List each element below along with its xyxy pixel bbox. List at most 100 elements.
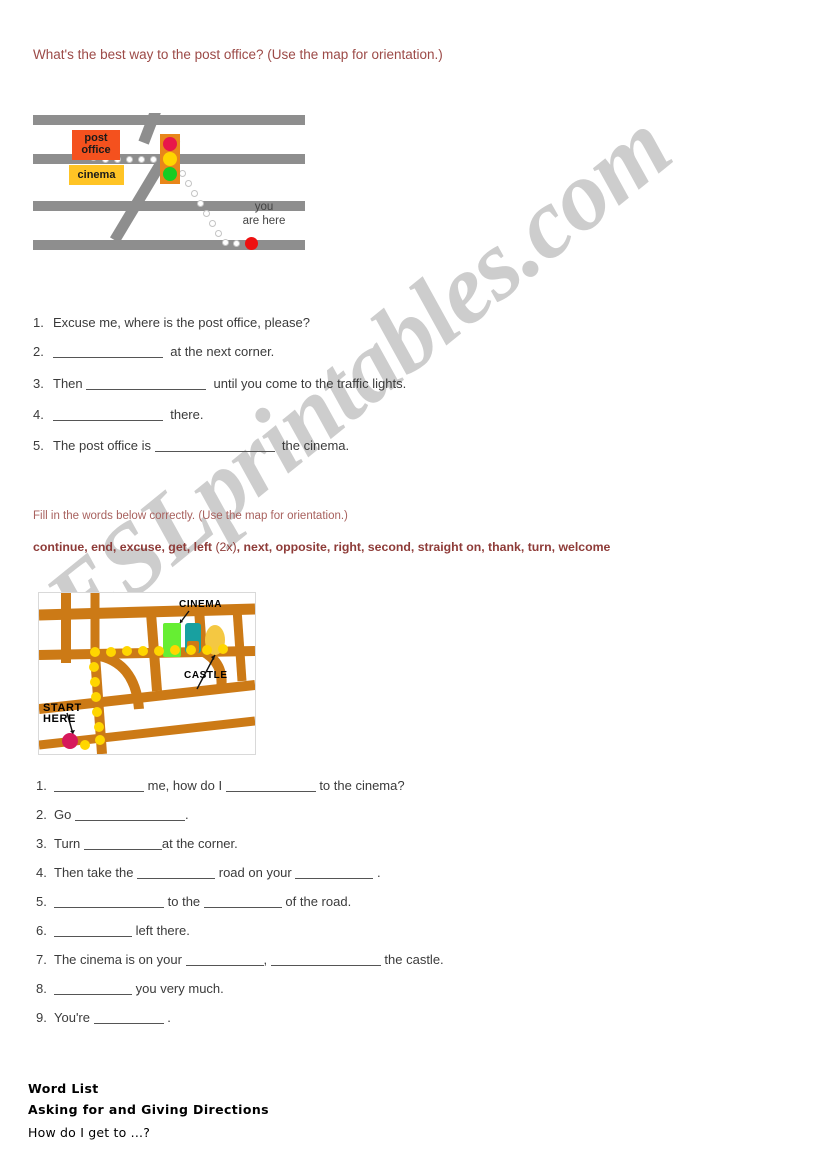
map-cinema-castle: CINEMA CASTLE START HERE xyxy=(38,592,256,755)
section2-instruction: Fill in the words below correctly. (Use … xyxy=(33,510,348,522)
s2-q1-blank-1[interactable] xyxy=(54,778,144,792)
s2-q1-after: to the cinema? xyxy=(319,778,405,793)
s2-q8-blank[interactable] xyxy=(54,981,132,995)
s2-q4-before: Then take the xyxy=(54,865,134,880)
s2-q1-blank-2[interactable] xyxy=(225,778,316,792)
s2-q5-mid: to the xyxy=(167,894,201,909)
s1-q5-before: The post office is xyxy=(53,438,152,453)
s2-q5-blank-2[interactable] xyxy=(203,894,282,908)
s2-q7-number: 7. xyxy=(36,952,47,967)
s1-q2-after: at the next corner. xyxy=(170,344,275,359)
s2-q4-blank-1[interactable] xyxy=(137,865,216,879)
s1-q4-blank[interactable] xyxy=(53,407,163,421)
s1-q4-after: there. xyxy=(170,407,204,422)
route-dot xyxy=(150,156,157,163)
traffic-light-icon xyxy=(160,134,180,184)
s2-q9-before: You're xyxy=(54,1010,90,1025)
s1-question-5: 5. The post office is the cinema. xyxy=(33,438,349,453)
map2-cinema-label: CINEMA xyxy=(179,599,223,610)
map2-castle-label: CASTLE xyxy=(184,670,228,681)
s2-question-5: 5. to the of the road. xyxy=(36,894,351,909)
s1-q2-number: 2. xyxy=(33,344,44,359)
s2-q5-number: 5. xyxy=(36,894,47,909)
current-position-marker xyxy=(245,237,258,250)
road-horizontal-1 xyxy=(33,115,305,125)
s2-q2-blank[interactable] xyxy=(74,807,185,821)
s1-q3-after: until you come to the traffic lights. xyxy=(213,376,407,391)
s1-question-3: 3. Then until you come to the traffic lig… xyxy=(33,376,406,391)
section2-word-bank: continue, end, excuse, get, left (2x), n… xyxy=(33,539,713,556)
s2-question-7: 7. The cinema is on your , the castle. xyxy=(36,952,444,967)
s1-q1-text: Excuse me, where is the post office, ple… xyxy=(53,315,311,330)
route-dot xyxy=(197,200,204,207)
s2-question-3: 3. Turn at the corner. xyxy=(36,836,238,851)
footer-line-1: How do I get to ...? xyxy=(28,1125,151,1140)
s2-q9-blank[interactable] xyxy=(93,1010,164,1024)
s1-q5-number: 5. xyxy=(33,438,44,453)
footer-word-list-title: Word List xyxy=(28,1081,99,1096)
s2-q7-before: The cinema is on your xyxy=(54,952,182,967)
s2-q4-after: . xyxy=(377,865,381,880)
s2-question-8: 8. you very much. xyxy=(36,981,224,996)
s2-q6-after: left there. xyxy=(135,923,190,938)
s2-q3-before: Turn xyxy=(54,836,81,851)
cinema-label: cinema xyxy=(69,165,124,185)
s1-q3-before: Then xyxy=(53,376,83,391)
s2-question-1: 1. me, how do I to the cinema? xyxy=(36,778,405,793)
start-line2: HERE xyxy=(43,713,76,725)
route-dot xyxy=(179,170,186,177)
s2-q5-after: of the road. xyxy=(285,894,352,909)
word-bank-paren: (2x) xyxy=(215,540,237,554)
s1-q2-blank[interactable] xyxy=(53,344,163,358)
map-post-office: post office cinema you are here xyxy=(33,113,305,253)
you-are-here-label: you are here xyxy=(229,200,299,228)
s2-q3-number: 3. xyxy=(36,836,47,851)
s2-q9-number: 9. xyxy=(36,1010,47,1025)
s2-q3-after: at the corner. xyxy=(161,836,238,851)
start-marker xyxy=(62,733,78,749)
traffic-light-green-lamp xyxy=(163,167,177,181)
s2-q8-number: 8. xyxy=(36,981,47,996)
s1-q3-blank[interactable] xyxy=(86,376,207,390)
s2-q1-number: 1. xyxy=(36,778,47,793)
s2-question-9: 9. You're . xyxy=(36,1010,171,1025)
s2-q7-mid: , xyxy=(263,952,268,967)
s1-question-1: 1. Excuse me, where is the post office, p… xyxy=(33,315,310,330)
route-dot xyxy=(203,210,210,217)
road-horizontal-4 xyxy=(33,240,305,250)
s2-q3-blank[interactable] xyxy=(83,836,162,850)
s2-q6-blank[interactable] xyxy=(54,923,132,937)
s2-q4-blank-2[interactable] xyxy=(295,865,374,879)
s2-q2-before: Go xyxy=(54,807,72,822)
word-bank-part1: continue, end, excuse, get, left xyxy=(33,540,213,554)
map2-start-here-label: START HERE xyxy=(43,703,82,725)
s2-q7-blank-1[interactable] xyxy=(185,952,264,966)
worksheet-page: ESLprintables.com What's the best way to… xyxy=(0,0,821,1169)
s2-q5-blank-1[interactable] xyxy=(54,894,164,908)
route-dot xyxy=(191,190,198,197)
s2-q6-number: 6. xyxy=(36,923,47,938)
s2-question-6: 6. left there. xyxy=(36,923,190,938)
s2-q7-blank-2[interactable] xyxy=(270,952,381,966)
route-dot xyxy=(209,220,216,227)
s2-q2-number: 2. xyxy=(36,807,47,822)
s1-q5-blank[interactable] xyxy=(154,438,275,452)
you-are-here-line1: you xyxy=(254,201,274,213)
you-are-here-line2: are here xyxy=(242,215,286,227)
route-dot xyxy=(126,156,133,163)
post-office-label: post office xyxy=(72,130,120,160)
route-dot xyxy=(233,240,240,247)
s2-q9-after: . xyxy=(167,1010,171,1025)
s2-q4-mid: road on your xyxy=(218,865,292,880)
section1-heading: What's the best way to the post office? … xyxy=(33,47,443,62)
traffic-light-red-lamp xyxy=(163,137,177,151)
s2-question-2: 2. Go . xyxy=(36,807,189,822)
s1-q1-number: 1. xyxy=(33,315,44,330)
traffic-light-amber-lamp xyxy=(163,152,177,166)
s1-question-2: 2. at the next corner. xyxy=(33,344,274,359)
s2-q2-after: . xyxy=(184,807,189,822)
s1-q5-after: the cinema. xyxy=(281,438,350,453)
s2-q7-after: the castle. xyxy=(384,952,444,967)
route-dot xyxy=(138,156,145,163)
route-dot xyxy=(185,180,192,187)
